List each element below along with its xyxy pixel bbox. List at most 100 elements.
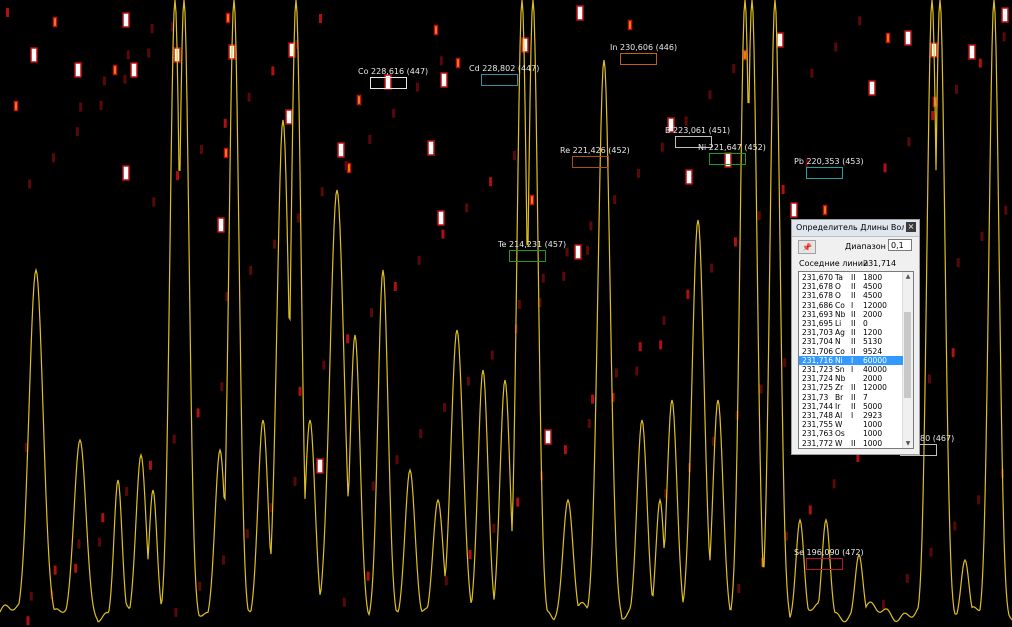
list-row[interactable]: 231,723 Sn I 40000 (799, 365, 903, 374)
faint-spot (125, 487, 129, 496)
faint-spot (369, 308, 373, 318)
list-row[interactable]: 231,716 Ni I 60000 (799, 355, 903, 365)
scroll-down-icon[interactable]: ▼ (903, 439, 913, 448)
faint-spot (732, 64, 736, 74)
row-int: 5000 (863, 401, 883, 411)
row-int: 1000 (863, 429, 883, 439)
list-row[interactable]: 231,724 Nb 2000 (799, 374, 903, 383)
faint-spot (392, 108, 396, 118)
row-el: Ta (835, 273, 843, 282)
scroll-thumb[interactable] (904, 312, 911, 398)
list-row[interactable]: 231,703 Ag II 1200 (799, 328, 903, 337)
list-row[interactable]: 231,693 Nb II 2000 (799, 310, 903, 319)
row-int: 2000 (863, 309, 883, 319)
faint-spot (298, 386, 302, 396)
faint-spot (562, 271, 566, 281)
row-wl: 231,755 (802, 420, 834, 430)
faint-spot (541, 273, 545, 283)
list-row[interactable]: 231,706 Co II 9524 (799, 347, 903, 356)
faint-spot (591, 394, 595, 404)
faint-spot (951, 348, 955, 358)
list-row[interactable]: 231,725 Zr II 12000 (799, 383, 903, 392)
faint-spot (929, 547, 933, 557)
line-marker-te[interactable] (509, 250, 546, 262)
faint-spot (101, 513, 105, 523)
row-int: 0 (863, 319, 868, 328)
emission-spot (52, 16, 58, 28)
emission-spot (356, 94, 362, 106)
list-row[interactable]: 231,763 Os 1000 (799, 429, 903, 438)
neighbor-lines-list[interactable]: ▲ ▼ 231,670 Ta II 1800 231,678 O II 4500 231,678… (798, 271, 914, 449)
faint-spot (466, 376, 470, 386)
list-row[interactable]: 231,704 N II 5130 (799, 337, 903, 346)
faint-spot (6, 8, 9, 17)
row-el: Ni (835, 355, 843, 365)
list-scrollbar[interactable]: ▲ ▼ (902, 272, 913, 448)
emission-spot (112, 64, 118, 76)
emission-spot (576, 5, 584, 21)
scroll-up-icon[interactable]: ▲ (903, 272, 913, 281)
row-ion: II (851, 337, 856, 347)
emission-spot (455, 57, 461, 69)
list-row[interactable]: 231,686 Co I 12000 (799, 301, 903, 310)
faint-spot (417, 255, 421, 265)
row-el: O (835, 282, 841, 292)
faint-spot (490, 350, 494, 360)
faint-spot (444, 576, 448, 586)
line-marker-in[interactable] (620, 53, 657, 65)
emission-spot (521, 37, 529, 53)
faint-spot (342, 597, 346, 607)
faint-spot (757, 211, 761, 221)
line-marker-co[interactable] (370, 77, 407, 89)
faint-spot (978, 58, 982, 68)
neighbor-lines-label: Соседние линии (799, 259, 869, 268)
line-label-b: B 223,061 (451) (665, 126, 731, 135)
faint-spot (931, 111, 935, 120)
line-label-in: In 230,606 (446) (610, 43, 678, 52)
row-int: 1800 (863, 273, 883, 282)
line-marker-re[interactable] (572, 156, 609, 168)
faint-spot (77, 539, 81, 549)
line-marker-pb[interactable] (806, 167, 843, 179)
faint-spot (733, 237, 737, 247)
faint-spot (955, 84, 959, 94)
list-row[interactable]: 231,695 Li II 0 (799, 319, 903, 328)
list-row[interactable]: 231,73 Br II 7 (799, 393, 903, 402)
row-el: Li (835, 319, 842, 328)
emission-spot (904, 30, 912, 46)
faint-spot (74, 563, 78, 573)
close-icon[interactable]: × (906, 222, 916, 232)
list-row[interactable]: 231,744 Ir II 5000 (799, 402, 903, 411)
list-row[interactable]: 231,755 W 1000 (799, 420, 903, 429)
list-row[interactable]: 231,772 W II 1000 (799, 439, 903, 448)
emission-spot (544, 429, 552, 445)
row-int: 5130 (863, 337, 883, 347)
row-wl: 231,772 (802, 438, 834, 448)
list-row[interactable]: 231,748 Al I 2923 (799, 411, 903, 420)
line-marker-se[interactable] (806, 558, 843, 570)
pin-button[interactable]: 📌 (798, 240, 816, 254)
dialog-title-bar[interactable]: Определитель Длины Вол... × (792, 220, 919, 237)
faint-spot (956, 258, 960, 268)
faint-spot (53, 565, 57, 575)
emission-spot (30, 47, 38, 63)
range-input[interactable] (888, 239, 912, 251)
faint-spot (808, 505, 812, 515)
emission-spot (627, 19, 633, 31)
faint-spot (198, 581, 202, 591)
line-marker-cd[interactable] (481, 74, 518, 86)
row-ion: II (851, 392, 856, 402)
line-marker-ni[interactable] (709, 153, 746, 165)
row-int: 60000 (863, 355, 887, 365)
faint-spot (150, 24, 154, 34)
faint-spot (172, 434, 176, 444)
wavelength-finder-dialog[interactable]: Определитель Длины Вол... × 📌 Диапазон С… (791, 219, 920, 455)
list-row[interactable]: 231,678 O II 4500 (799, 291, 903, 300)
emission-spot (225, 12, 231, 24)
list-row[interactable]: 231,670 Ta II 1800 (799, 273, 903, 282)
list-row[interactable]: 231,678 O II 4500 (799, 282, 903, 291)
faint-spot (439, 56, 443, 66)
faint-spot (319, 14, 322, 23)
row-wl: 231,723 (802, 365, 834, 374)
row-ion: I (851, 365, 854, 374)
